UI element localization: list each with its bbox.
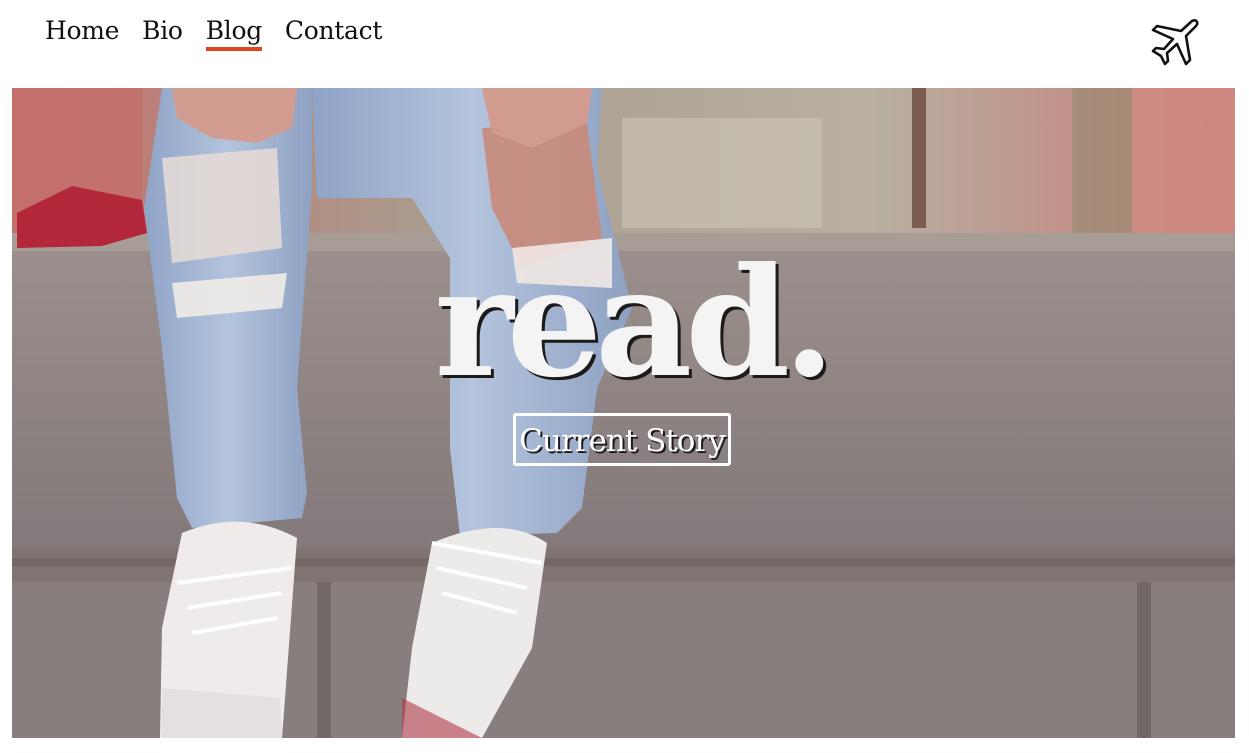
hero-banner: read. Current Story — [12, 88, 1235, 738]
nav-links: Home Bio Blog Contact — [45, 16, 382, 51]
airplane-icon[interactable] — [1146, 16, 1200, 70]
page: Home Bio Blog Contact read. Current Stor… — [0, 0, 1249, 753]
top-navigation: Home Bio Blog Contact — [0, 0, 1249, 88]
current-story-button[interactable]: Current Story — [513, 413, 731, 466]
nav-link-contact[interactable]: Contact — [285, 16, 382, 51]
nav-link-blog[interactable]: Blog — [205, 16, 262, 51]
nav-link-bio[interactable]: Bio — [142, 16, 183, 51]
hero-title: read. — [434, 235, 836, 411]
nav-link-home[interactable]: Home — [45, 16, 119, 51]
